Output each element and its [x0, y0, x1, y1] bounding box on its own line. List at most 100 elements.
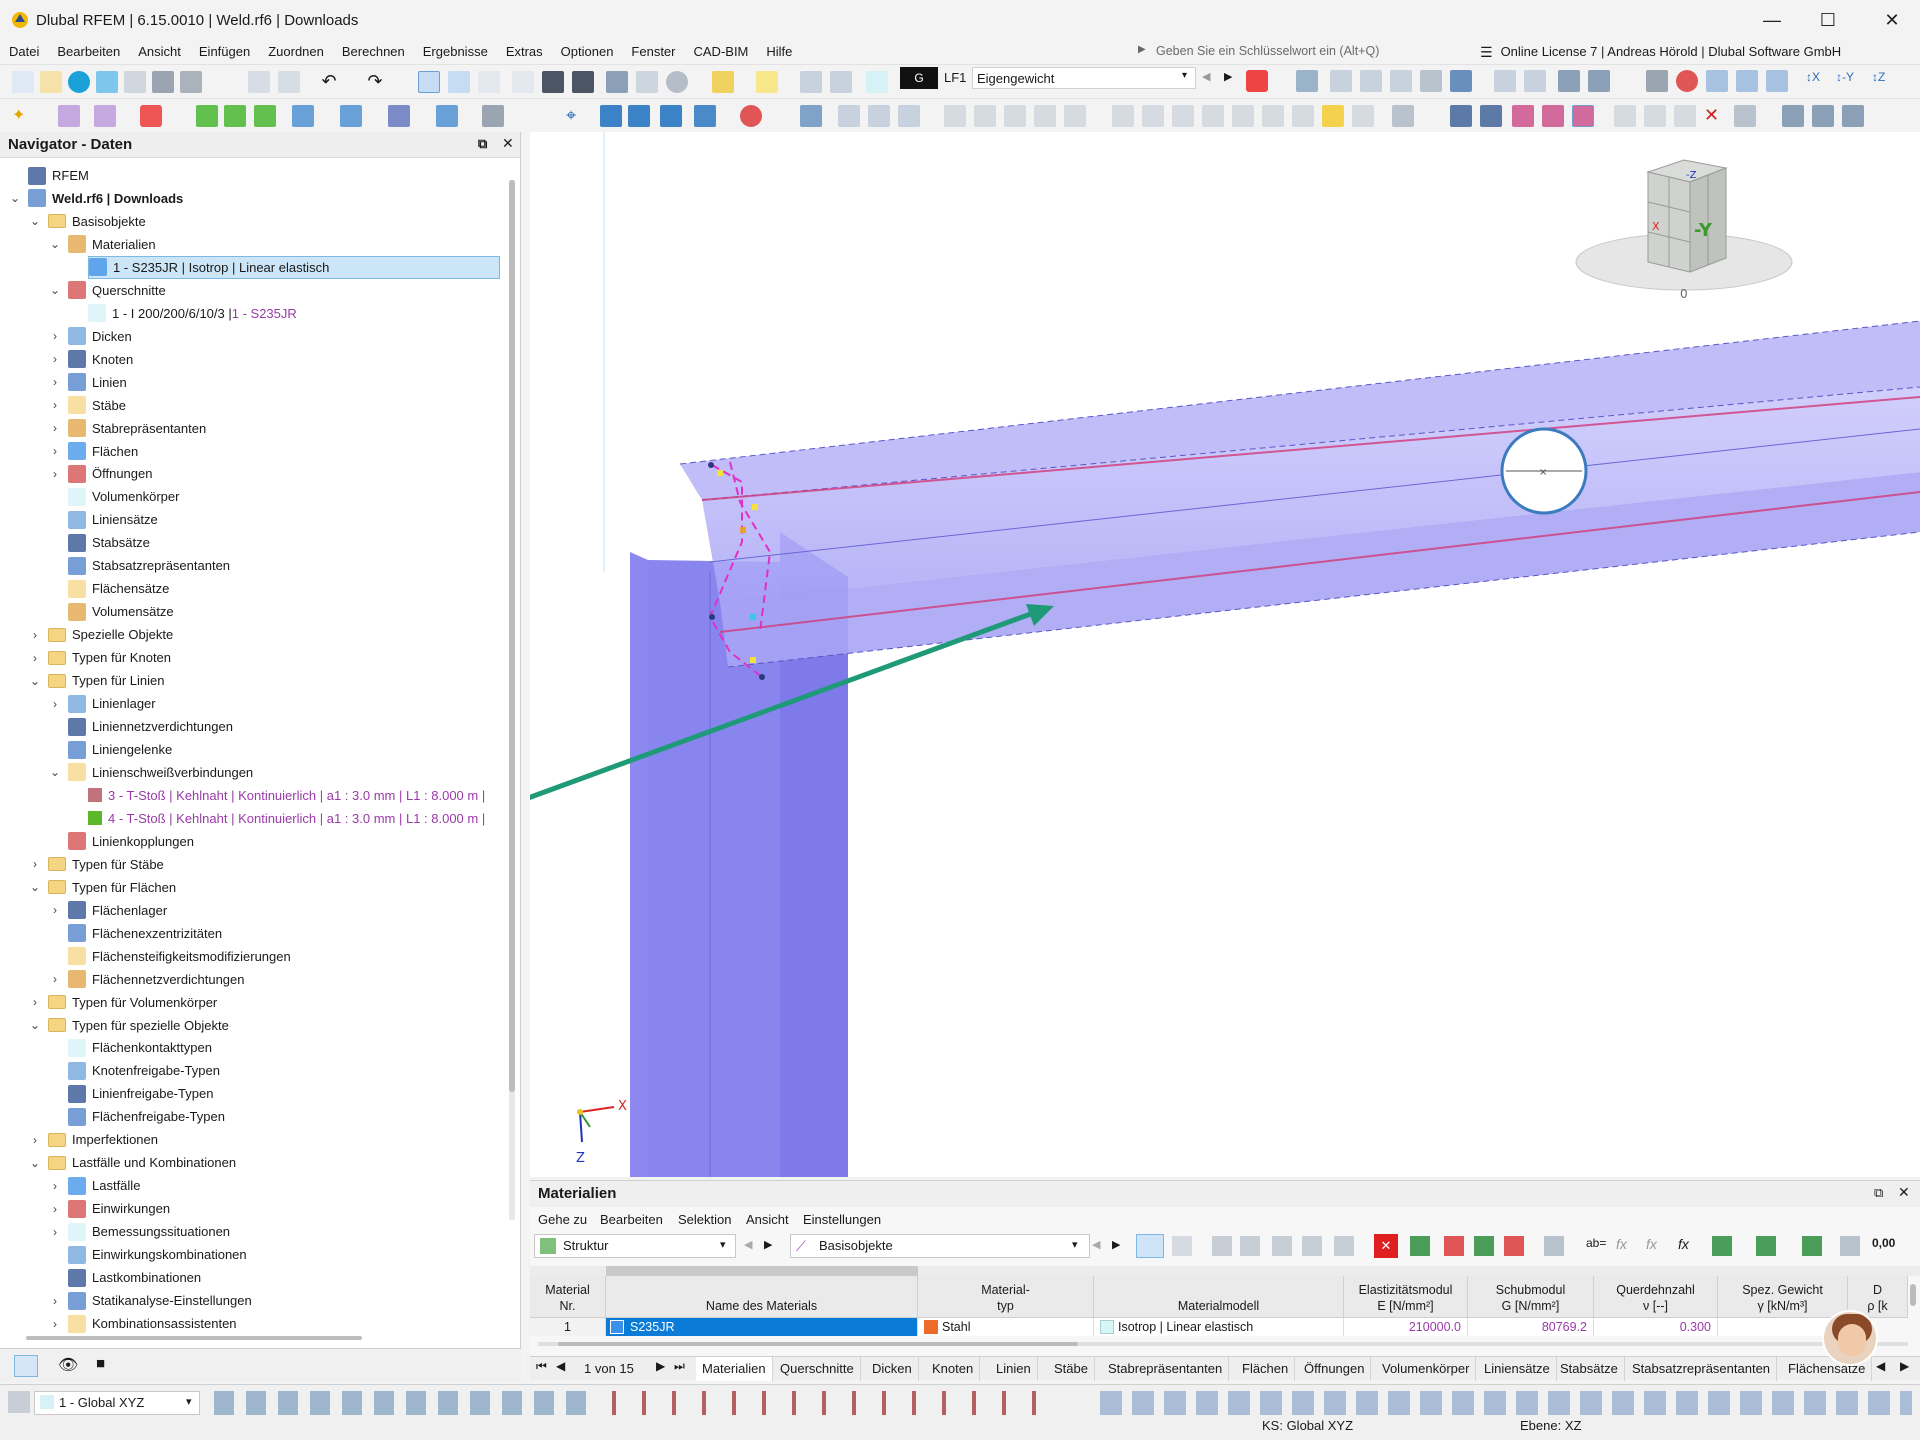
chevron-down-icon[interactable]: ⌄: [28, 1018, 42, 1032]
view-y-icon[interactable]: ↕-Y: [1836, 70, 1858, 92]
tree-item[interactable]: Linienfreigabe-Typen: [68, 1082, 500, 1105]
tool-n-icon[interactable]: [1352, 105, 1374, 127]
tree-item[interactable]: › Imperfektionen: [33, 1128, 500, 1151]
tree-item[interactable]: ⌄ Typen für Flächen: [30, 876, 500, 899]
xyz-icon[interactable]: [1330, 70, 1352, 92]
grid-4-icon[interactable]: [1512, 105, 1534, 127]
node-marker[interactable]: [750, 657, 756, 663]
minimize-button[interactable]: —: [1744, 0, 1800, 40]
tree-item[interactable]: ⌄ Materialien: [50, 233, 500, 256]
tree-item[interactable]: › Typen für Volumenkörper: [33, 991, 500, 1014]
prev-loadcase-icon[interactable]: ◀: [1202, 70, 1210, 83]
grid-5-icon[interactable]: [1542, 105, 1564, 127]
cube-2-icon[interactable]: [1736, 70, 1758, 92]
table-tool-5-icon[interactable]: [1334, 1236, 1354, 1256]
tree-item[interactable]: › Typen für Stäbe: [33, 853, 500, 876]
node-point[interactable]: [759, 674, 765, 680]
tool-j-icon[interactable]: [1232, 105, 1254, 127]
next-icon[interactable]: ▶: [764, 1238, 772, 1251]
menu-ergebnisse[interactable]: Ergebnisse: [414, 40, 497, 64]
guide-icon[interactable]: [694, 105, 716, 127]
model-canvas[interactable]: × X Z -Y -Z X 0: [530, 132, 1920, 1177]
tab-stabsatzrepraesentanten[interactable]: Stabsatzrepräsentanten: [1626, 1357, 1778, 1381]
member-icon[interactable]: [140, 105, 162, 127]
node-marker[interactable]: [740, 527, 746, 533]
coord-system-icon[interactable]: [8, 1391, 30, 1413]
tool-k-icon[interactable]: [1262, 105, 1284, 127]
report-icon[interactable]: [248, 71, 270, 93]
nav-scrollbar[interactable]: [509, 180, 515, 1220]
support-line-icon[interactable]: [224, 105, 246, 127]
tree-item[interactable]: Lastkombinationen: [68, 1266, 500, 1289]
col-header-name[interactable]: Name des Materials: [606, 1276, 918, 1318]
sc-icon[interactable]: [572, 71, 594, 93]
open-file-icon[interactable]: [40, 71, 62, 93]
view-x-icon[interactable]: ↕X: [1806, 70, 1828, 92]
save-icon[interactable]: [152, 71, 174, 93]
page-icon[interactable]: [512, 71, 534, 93]
grid-6-icon[interactable]: [1572, 105, 1594, 127]
tool-c-icon[interactable]: [1004, 105, 1026, 127]
print-report-icon[interactable]: [124, 71, 146, 93]
chevron-down-icon[interactable]: ⌄: [48, 283, 62, 297]
chevron-down-icon[interactable]: ▾: [1182, 70, 1187, 81]
tool-p-icon[interactable]: [1614, 105, 1636, 127]
dlubal-center-icon[interactable]: [68, 71, 90, 93]
table-menu-bearbeiten[interactable]: Bearbeiten: [600, 1212, 663, 1227]
navigator-close-icon[interactable]: ✕: [502, 135, 514, 152]
structure-select[interactable]: Struktur: [534, 1234, 736, 1258]
chevron-down-icon[interactable]: ▾: [720, 1238, 726, 1251]
prev-icon[interactable]: ◀: [1092, 1238, 1100, 1251]
chevron-down-icon[interactable]: ⌄: [28, 214, 42, 228]
tree-item[interactable]: ⌄ Typen für Linien: [30, 669, 500, 692]
tool-a-icon[interactable]: [944, 105, 966, 127]
last-page-icon[interactable]: ⏭: [674, 1359, 685, 1374]
tool-d-icon[interactable]: [1034, 105, 1056, 127]
table-menu-einstellungen[interactable]: Einstellungen: [803, 1212, 881, 1227]
undo-icon[interactable]: ↶: [318, 71, 340, 93]
list-icon[interactable]: [636, 71, 658, 93]
chevron-right-icon[interactable]: ›: [48, 329, 62, 343]
chevron-right-icon[interactable]: ›: [48, 1225, 62, 1239]
col-header-g[interactable]: Schubmodul G [N/mm²]: [1468, 1276, 1594, 1318]
cell-material-name[interactable]: S235JR: [606, 1318, 918, 1336]
dimension-3-icon[interactable]: [660, 105, 682, 127]
model-viewport[interactable]: × X Z -Y -Z X 0: [530, 132, 1920, 1177]
table-tool-1-icon[interactable]: [1212, 1236, 1232, 1256]
table-undock-icon[interactable]: ⧉: [1874, 1185, 1883, 1201]
tree-item[interactable]: › Knoten: [53, 348, 500, 371]
chevron-right-icon[interactable]: ›: [48, 352, 62, 366]
table-scrollbar[interactable]: [1910, 1284, 1916, 1306]
node-marker[interactable]: [752, 504, 758, 510]
excel-3-icon[interactable]: [1802, 1236, 1822, 1256]
chevron-down-icon[interactable]: ▾: [1072, 1238, 1078, 1251]
tree-item[interactable]: ⌄ Basisobjekte: [30, 210, 500, 233]
layers-4-icon[interactable]: [1842, 105, 1864, 127]
view-tab-icon[interactable]: 👁: [58, 1355, 78, 1375]
tree-item[interactable]: Stabsätze: [68, 531, 500, 554]
tab-flaechen[interactable]: Flächen: [1236, 1357, 1296, 1381]
cell-poisson[interactable]: 0.300: [1594, 1318, 1718, 1336]
tab-volumenkoerper[interactable]: Volumenkörper: [1376, 1357, 1477, 1381]
menu-einfuegen[interactable]: Einfügen: [190, 40, 259, 64]
tree-item[interactable]: ⌄ Linienschweißverbindungen: [50, 761, 500, 784]
cell-e-modulus[interactable]: 210000.0: [1344, 1318, 1468, 1336]
tree-item[interactable]: Liniennetzverdichtungen: [68, 715, 500, 738]
print-icon[interactable]: [180, 71, 202, 93]
decimal-value[interactable]: 0,00: [1872, 1236, 1895, 1250]
tree-item[interactable]: Knotenfreigabe-Typen: [68, 1059, 500, 1082]
chevron-down-icon[interactable]: ⌄: [28, 674, 42, 688]
render-icon[interactable]: [666, 71, 688, 93]
pointer-icon[interactable]: ⌖: [566, 105, 588, 127]
filter-icon[interactable]: [800, 105, 822, 127]
load-down-icon[interactable]: [830, 71, 852, 93]
redo-icon[interactable]: ↷: [364, 71, 386, 93]
tree-item[interactable]: › Bemessungssituationen: [53, 1220, 500, 1243]
tool-l-icon[interactable]: [1292, 105, 1314, 127]
table-close-icon[interactable]: ✕: [1898, 1184, 1910, 1201]
view-tools-group[interactable]: [1100, 1391, 1912, 1415]
support-surface-icon[interactable]: [254, 105, 276, 127]
model-view-icon[interactable]: [478, 71, 500, 93]
export-icon[interactable]: [1410, 1236, 1430, 1256]
cross-icon[interactable]: ✕: [1704, 105, 1726, 127]
